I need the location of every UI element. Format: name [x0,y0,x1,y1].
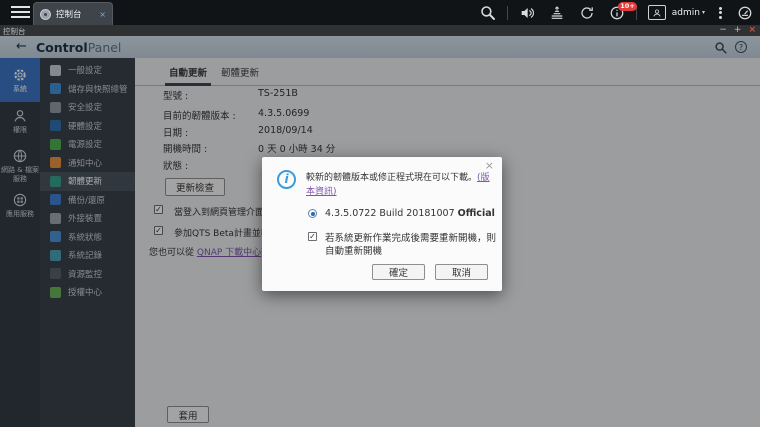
sync-icon[interactable] [579,5,595,21]
info-icon: i [277,170,296,189]
more-options-icon[interactable] [719,5,722,20]
window-minimize-button[interactable]: − [719,26,727,35]
window-close-button[interactable]: × [748,26,756,35]
version-radio-row: 4.3.5.0722 Build 20181007 Official [308,208,495,219]
admin-menu[interactable]: admin [672,8,700,18]
divider [507,6,508,20]
version-radio[interactable] [308,209,317,218]
tab-close-icon[interactable]: × [99,10,106,19]
topbar: 控制台 × 10+ admin ▾ [0,0,760,25]
main-menu-icon[interactable] [11,6,30,19]
notification-badge: 10+ [618,2,638,11]
window-maximize-button[interactable]: + [734,26,742,35]
dialog-message: 較新的韌體版本或修正程式現在可以下載。(版本資訊) [306,171,490,199]
search-icon[interactable] [480,5,496,21]
volume-icon[interactable] [519,5,535,21]
user-icon[interactable] [648,5,666,20]
desktop-tab-control-panel[interactable]: 控制台 × [33,2,113,25]
dashboard-icon[interactable] [737,5,753,21]
notifications-icon[interactable]: 10+ [609,5,625,21]
cancel-button[interactable]: 取消 [435,264,488,280]
control-panel-app-icon [40,9,51,20]
ok-button[interactable]: 確定 [372,264,425,280]
firmware-update-dialog: × i 較新的韌體版本或修正程式現在可以下載。(版本資訊) 4.3.5.0722… [262,157,502,291]
chevron-down-icon[interactable]: ▾ [702,9,705,16]
background-tasks-icon[interactable] [549,5,565,21]
auto-restart-row: ✓ 若系統更新作業完成後需要重新開機，則自動重新開機 [308,232,497,258]
window-taskbar: 控制台 − + × [0,25,760,36]
topbar-icons: 10+ admin ▾ [473,0,760,25]
desktop-tab-title: 控制台 [56,8,99,20]
auto-restart-checkbox[interactable]: ✓ [308,232,317,241]
